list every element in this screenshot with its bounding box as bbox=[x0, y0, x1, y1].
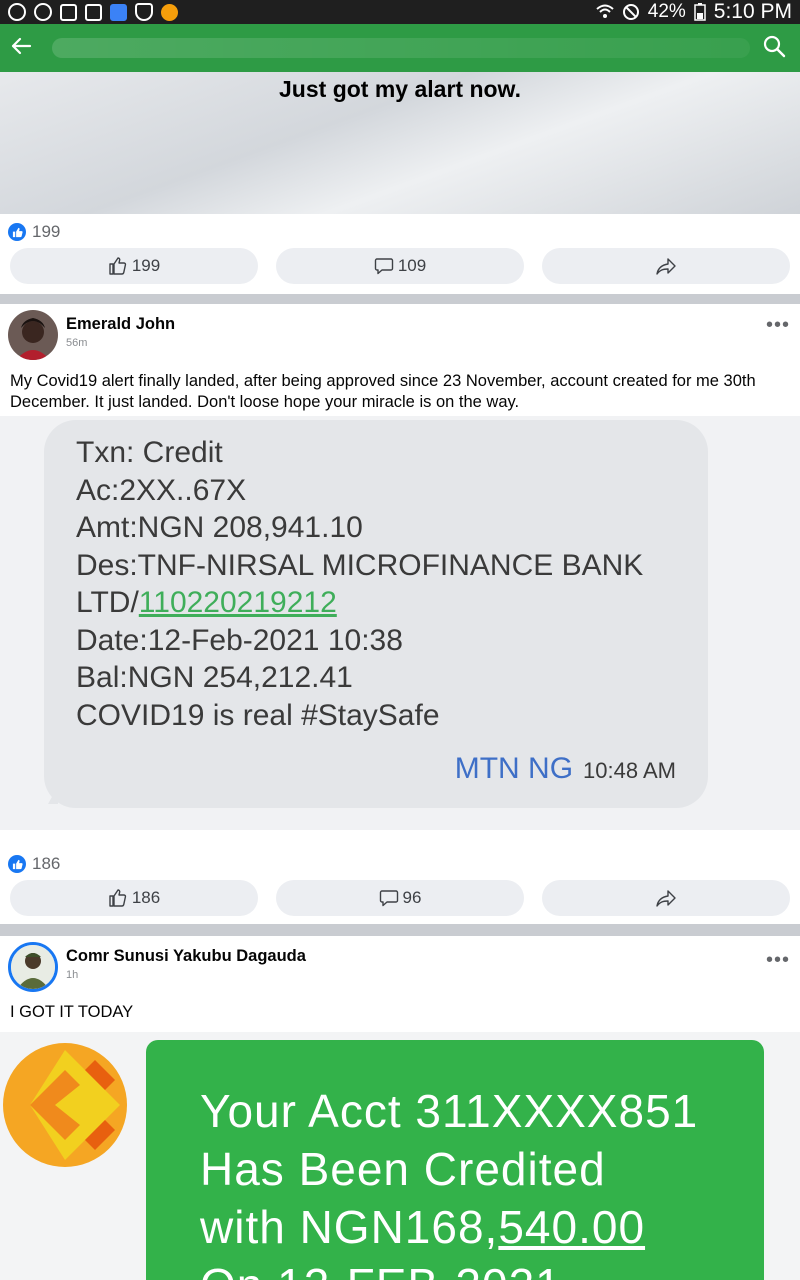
comment-icon bbox=[379, 890, 398, 907]
share-icon bbox=[656, 890, 676, 907]
sms-line: COVID19 is real #StaySafe bbox=[76, 698, 440, 732]
comment-icon bbox=[374, 258, 394, 275]
sms-line: Your Acct 311XXXX851 bbox=[200, 1085, 699, 1137]
post-separator bbox=[0, 926, 800, 936]
more-icon[interactable]: ••• bbox=[766, 314, 790, 337]
avatar[interactable] bbox=[8, 942, 58, 992]
wifi-icon bbox=[596, 4, 614, 18]
post-time[interactable]: 56m bbox=[66, 337, 87, 349]
sms-body: Txn: Credit Ac:2XX..67X Amt:NGN 208,941.… bbox=[76, 434, 643, 734]
post-image[interactable]: Your Acct 311XXXX851 Has Been Credited w… bbox=[0, 1032, 800, 1280]
more-icon[interactable]: ••• bbox=[766, 949, 790, 972]
post-image[interactable]: Txn: Credit Ac:2XX..67X Amt:NGN 208,941.… bbox=[0, 416, 800, 830]
sms-line: Ac:2XX..67X bbox=[76, 473, 247, 507]
store-icon bbox=[161, 3, 178, 21]
like-button[interactable]: 199 bbox=[10, 248, 258, 284]
post-text: My Covid19 alert finally landed, after b… bbox=[10, 372, 756, 411]
sms-bubble: Your Acct 311XXXX851 Has Been Credited w… bbox=[146, 1040, 764, 1280]
reaction-summary[interactable]: 186 bbox=[8, 854, 60, 874]
do-not-disturb-icon bbox=[622, 4, 639, 20]
sms-line: Amt:NGN 208,941.10 bbox=[76, 511, 363, 544]
shield-check-icon bbox=[135, 3, 153, 21]
sms-amount: 540.00 bbox=[498, 1201, 646, 1253]
post-author[interactable]: Emerald John bbox=[66, 315, 175, 334]
post-image-caption: Just got my alart now. bbox=[279, 76, 521, 102]
post-footer: 186 186 96 bbox=[0, 846, 800, 924]
sms-sender: MTN NG bbox=[454, 752, 574, 785]
bank-logo-icon bbox=[3, 1043, 127, 1167]
search-icon[interactable] bbox=[762, 34, 790, 62]
post-text: I GOT IT TODAY bbox=[10, 1003, 134, 1021]
gallery-icon bbox=[85, 3, 102, 21]
post-footer: 199 199 109 bbox=[0, 214, 800, 294]
sms-line-prefix: LTD/ bbox=[76, 586, 139, 619]
app-icon bbox=[110, 3, 127, 21]
like-icon bbox=[109, 889, 126, 907]
like-icon bbox=[109, 257, 126, 275]
app-bar bbox=[0, 24, 800, 72]
avatar[interactable] bbox=[8, 310, 58, 360]
like-count: 199 bbox=[131, 256, 161, 275]
clock: 5:10 PM bbox=[713, 0, 792, 23]
reaction-count: 199 bbox=[32, 222, 61, 241]
like-badge-icon bbox=[8, 223, 26, 241]
notification-icon bbox=[8, 3, 26, 21]
post-card: Comr Sunusi Yakubu Dagauda 1h ••• I GOT … bbox=[0, 936, 800, 1032]
notification-icon bbox=[34, 3, 52, 21]
share-icon bbox=[656, 258, 676, 275]
sms-link: 110220219212 bbox=[138, 586, 337, 619]
sms-body: Your Acct 311XXXX851 Has Been Credited w… bbox=[200, 1082, 698, 1280]
comment-count: 96 bbox=[402, 888, 422, 907]
post-author[interactable]: Comr Sunusi Yakubu Dagauda bbox=[66, 947, 306, 966]
sms-time: 10:48 AM bbox=[583, 758, 676, 783]
comment-button[interactable]: 96 bbox=[276, 880, 524, 916]
post-separator bbox=[0, 294, 800, 304]
sms-line: Date:12-Feb-2021 10:38 bbox=[76, 623, 403, 657]
reaction-count: 186 bbox=[32, 854, 61, 873]
like-count: 186 bbox=[131, 888, 161, 907]
share-button[interactable] bbox=[542, 248, 790, 284]
share-button[interactable] bbox=[542, 880, 790, 916]
sms-line: Has Been Credited bbox=[200, 1143, 606, 1195]
sms-bubble-tail bbox=[32, 786, 58, 804]
status-bar: 42% 5:10 PM bbox=[0, 0, 800, 24]
sms-line: with NGN168,540.00 bbox=[200, 1198, 698, 1256]
battery-percent: 42% bbox=[647, 1, 686, 22]
battery-icon bbox=[694, 3, 706, 21]
shield-icon bbox=[60, 3, 77, 21]
title-placeholder bbox=[52, 38, 750, 58]
sms-line: LTD/110220219212 bbox=[76, 584, 643, 622]
like-badge-icon bbox=[8, 855, 26, 873]
sms-line: On 12-FEB-2021 bbox=[200, 1256, 698, 1280]
sms-line: Txn: Credit bbox=[76, 436, 223, 469]
like-button[interactable]: 186 bbox=[10, 880, 258, 916]
reaction-summary[interactable]: 199 bbox=[8, 222, 60, 242]
sms-line: Des:TNF-NIRSAL MICROFINANCE BANK bbox=[76, 548, 644, 582]
comment-button[interactable]: 109 bbox=[276, 248, 524, 284]
sms-line-prefix: with NGN168, bbox=[200, 1201, 499, 1253]
back-arrow-icon[interactable] bbox=[10, 33, 40, 64]
post-time[interactable]: 1h bbox=[66, 969, 78, 981]
comment-count: 109 bbox=[397, 256, 427, 275]
sms-line: Bal:NGN 254,212.41 bbox=[76, 661, 353, 694]
sms-bubble: Txn: Credit Ac:2XX..67X Amt:NGN 208,941.… bbox=[44, 420, 708, 808]
sms-footer: MTN NG 10:48 AM bbox=[455, 752, 676, 786]
